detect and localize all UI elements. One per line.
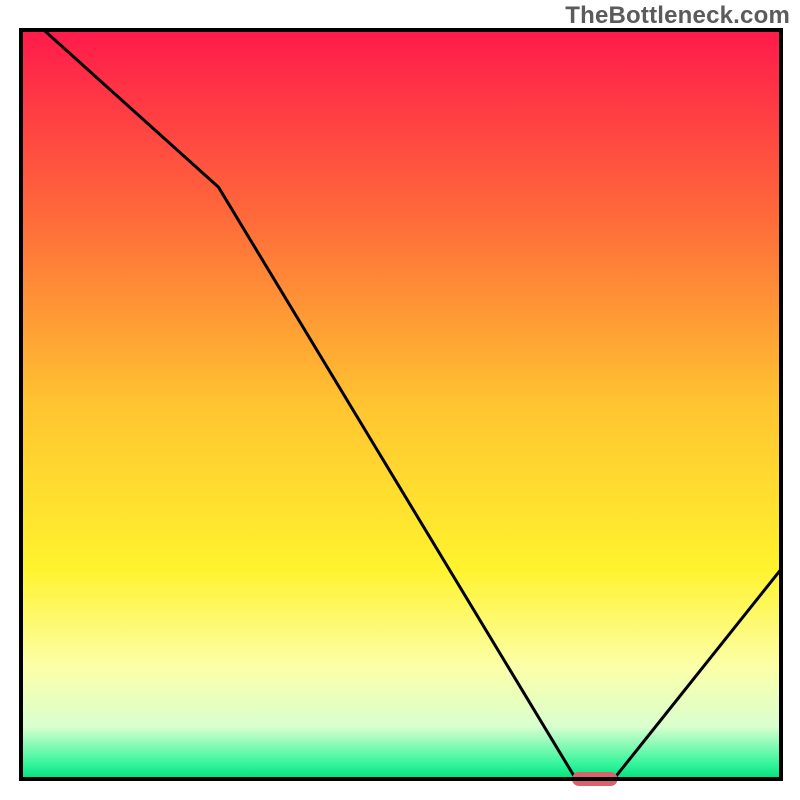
chart-container: TheBottleneck.com (0, 0, 800, 800)
plot-background (21, 30, 781, 779)
bottleneck-chart (0, 0, 800, 800)
